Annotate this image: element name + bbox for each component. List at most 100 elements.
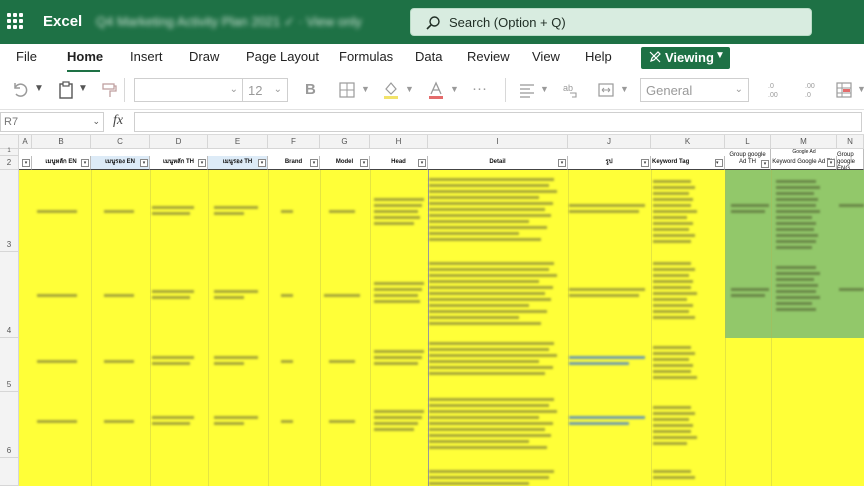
- app-name[interactable]: Excel: [43, 13, 82, 30]
- format-painter-icon[interactable]: [101, 81, 119, 99]
- wrap-text-icon[interactable]: ab: [562, 81, 580, 99]
- header-cell-h[interactable]: Head ▾: [370, 156, 428, 170]
- filter-dropdown-icon[interactable]: ▾: [310, 159, 318, 167]
- filter-dropdown-icon[interactable]: ▾: [715, 159, 723, 167]
- filter-dropdown-icon[interactable]: ▾: [140, 159, 148, 167]
- viewing-mode-button[interactable]: Viewing ▼: [641, 47, 730, 69]
- font-name-dropdown[interactable]: ⌄: [134, 78, 244, 102]
- decrease-decimal-icon[interactable]: .00 .0: [797, 80, 817, 100]
- filter-dropdown-icon[interactable]: ▾: [81, 159, 89, 167]
- search-box[interactable]: Search (Option + Q): [410, 8, 812, 36]
- undo-chevron-icon[interactable]: ▼: [34, 83, 44, 94]
- header-cell-e[interactable]: เมนูรอง TH ▾: [208, 156, 268, 170]
- more-options-icon[interactable]: ···: [472, 80, 487, 97]
- increase-decimal-icon[interactable]: .0 .00: [764, 80, 784, 100]
- align-icon[interactable]: [518, 81, 536, 99]
- filter-dropdown-icon[interactable]: ▾: [198, 159, 206, 167]
- cell-m1[interactable]: Google Ad: [771, 149, 837, 156]
- chevron-down-icon: ▼: [715, 50, 725, 61]
- column-header-h[interactable]: H: [370, 135, 428, 149]
- font-color-icon[interactable]: [427, 80, 445, 100]
- paste-chevron-icon[interactable]: ▼: [78, 83, 88, 94]
- row-header-6[interactable]: 6: [0, 392, 19, 458]
- conditional-formatting-icon[interactable]: [835, 81, 853, 99]
- merge-cells-icon[interactable]: [597, 81, 615, 99]
- header-cell-m[interactable]: Keyword Google Ad TH ▾: [771, 156, 837, 170]
- column-header-i[interactable]: I: [428, 135, 568, 149]
- column-header-f[interactable]: F: [268, 135, 320, 149]
- row-header-5[interactable]: 5: [0, 338, 19, 392]
- filter-dropdown-icon[interactable]: ▾: [558, 159, 566, 167]
- column-header-k[interactable]: K: [651, 135, 725, 149]
- tab-formulas[interactable]: Formulas: [339, 49, 393, 64]
- undo-icon[interactable]: [11, 81, 29, 99]
- header-cell-l[interactable]: Group google Ad TH ▾: [725, 149, 771, 170]
- formula-input[interactable]: [134, 112, 862, 132]
- column-header-g[interactable]: G: [320, 135, 370, 149]
- header-cell-i[interactable]: Detail ▾: [428, 156, 568, 170]
- spreadsheet-grid[interactable]: A B C D E F G H I J K L M N 1 2 3 4 5 6 …: [0, 135, 864, 486]
- borders-chevron-icon[interactable]: ▼: [361, 84, 370, 94]
- header-cell-c[interactable]: เมนูรอง EN ▾: [91, 156, 150, 170]
- merge-chevron-icon[interactable]: ▼: [620, 84, 629, 94]
- number-format-dropdown[interactable]: General ⌄: [640, 78, 749, 102]
- tab-view[interactable]: View: [532, 49, 560, 64]
- function-icon[interactable]: fx: [113, 113, 123, 129]
- column-header-c[interactable]: C: [91, 135, 150, 149]
- filter-dropdown-icon[interactable]: ▾: [641, 159, 649, 167]
- row-header-1[interactable]: 1: [0, 148, 19, 156]
- column-header-d[interactable]: D: [150, 135, 208, 149]
- header-label: Head: [391, 159, 406, 165]
- column-header-j[interactable]: J: [568, 135, 651, 149]
- filter-dropdown-icon[interactable]: ▾: [360, 159, 368, 167]
- app-launcher-icon[interactable]: [7, 13, 23, 29]
- tab-review[interactable]: Review: [467, 49, 510, 64]
- fill-color-chevron-icon[interactable]: ▼: [405, 84, 414, 94]
- row-header-2[interactable]: 2: [0, 156, 19, 170]
- row-number: 1: [7, 148, 11, 154]
- filter-dropdown-icon[interactable]: ▾: [761, 160, 769, 168]
- tab-help[interactable]: Help: [585, 49, 612, 64]
- column-header-b[interactable]: B: [32, 135, 91, 149]
- column-header-n[interactable]: N: [837, 135, 864, 149]
- header-cell-n[interactable]: Group google ENG: [837, 149, 864, 170]
- header-cell-f[interactable]: Brand ▾: [268, 156, 320, 170]
- filter-dropdown-icon[interactable]: ▾: [258, 159, 266, 167]
- row-header-4[interactable]: 4: [0, 252, 19, 338]
- filter-dropdown-icon[interactable]: ▾: [418, 159, 426, 167]
- name-box[interactable]: R7 ⌄: [0, 112, 104, 132]
- header-cell-j[interactable]: รูป ▾: [568, 156, 651, 170]
- header-label: เมนูรอง EN: [105, 159, 135, 165]
- filter-dropdown-icon[interactable]: ▾: [22, 159, 30, 167]
- fill-color-icon[interactable]: [382, 80, 400, 100]
- document-title[interactable]: Q4 Marketing Activity Plan 2021 ✓ · View…: [96, 14, 362, 30]
- tab-file[interactable]: File: [16, 49, 37, 64]
- column-header-m[interactable]: M: [771, 135, 837, 149]
- column-header-l[interactable]: L: [725, 135, 771, 149]
- header-cell-b[interactable]: เมนูหลัก EN ▾: [32, 156, 91, 170]
- font-size-dropdown[interactable]: 12 ⌄: [242, 78, 288, 102]
- row-header-3[interactable]: 3: [0, 170, 19, 252]
- column-header-a[interactable]: A: [19, 135, 32, 149]
- tab-page-layout[interactable]: Page Layout: [246, 49, 319, 64]
- header-cell-d[interactable]: เมนูหลัก TH ▾: [150, 156, 208, 170]
- borders-icon[interactable]: [338, 81, 356, 99]
- header-cell-a[interactable]: ▾: [19, 156, 32, 170]
- tab-draw[interactable]: Draw: [189, 49, 219, 64]
- bold-button[interactable]: B: [305, 81, 316, 98]
- tab-insert[interactable]: Insert: [130, 49, 163, 64]
- tab-home[interactable]: Home: [67, 49, 103, 64]
- select-all-corner[interactable]: [0, 135, 19, 149]
- row-header-7[interactable]: [0, 458, 19, 486]
- viewing-label: Viewing: [665, 50, 714, 65]
- conditional-chevron-icon[interactable]: ▼: [857, 84, 864, 94]
- header-cell-g[interactable]: Model ▾: [320, 156, 370, 170]
- tab-data[interactable]: Data: [415, 49, 442, 64]
- align-chevron-icon[interactable]: ▼: [540, 84, 549, 94]
- search-icon: [426, 16, 440, 30]
- filter-dropdown-icon[interactable]: ▾: [827, 159, 835, 167]
- column-header-e[interactable]: E: [208, 135, 268, 149]
- font-color-chevron-icon[interactable]: ▼: [450, 84, 459, 94]
- header-cell-k[interactable]: Keyword Tag ▾: [651, 156, 725, 170]
- clipboard-icon[interactable]: [57, 81, 75, 99]
